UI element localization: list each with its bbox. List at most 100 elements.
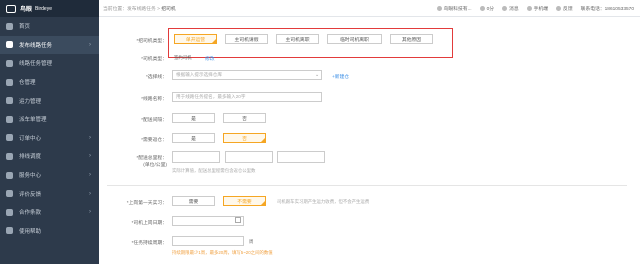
sidebar-item-0[interactable]: 首页 [0,17,99,36]
nav-icon [6,152,13,160]
brand-name-en: Birdeye [35,5,52,12]
sidebar-item-7[interactable]: 排线调度 › [0,147,99,166]
last-day-not-need[interactable]: 不需要 [223,196,266,206]
sidebar-item-4[interactable]: 运力管理 [0,91,99,110]
nav-icon [6,115,13,123]
sidebar-item-label: 评价反馈 [19,191,42,198]
sidebar-item-2[interactable]: 线路任务管理 [0,54,99,73]
onboard-date-label: *司机上岗日期： [131,221,167,226]
nav-icon [6,190,13,198]
birdeye-logo-icon [6,4,16,13]
company-icon [436,6,442,12]
sidebar-item-11[interactable]: 使用帮助 [0,222,99,241]
need-return-no[interactable]: 否 [223,133,266,143]
need-loading-label: *配送间隔： [141,118,167,123]
brand-logo[interactable]: 鸟眼 Birdeye [0,0,99,17]
contact-phone: 联系电话：18610533570 [580,7,634,12]
last-day-need[interactable]: 需要 [172,196,215,206]
sidebar-item-label: 派车单管理 [19,117,47,124]
recruit-option-1[interactable]: 主司机请假 [225,34,268,44]
delivery-area-input-1[interactable] [172,151,220,163]
sidebar-item-label: 合作条款 [19,210,42,217]
chevron-right-icon: › [89,172,91,179]
top-bar: 当前位置：发布线路任务 > 招司机 鸟眼科技有... 0分 消息 手机端 反馈 … [99,0,640,17]
nav-icon [6,227,13,235]
duration-unit: 周 [249,239,254,244]
delivery-area-hint: 实际计算值，配送总里程需包含返仓公里数 [172,168,256,173]
sidebar-item-1[interactable]: 发布线路任务 › [0,35,99,55]
chevron-down-icon: ⌄ [315,72,320,78]
nav-icon [6,59,13,67]
delivery-area-label: *配送总里程： [136,156,167,161]
vehicle-type-label: *司机类型： [141,57,167,62]
sidebar-item-label: 使用帮助 [19,228,42,235]
sidebar-item-10[interactable]: 合作条款 › [0,203,99,222]
points-icon [479,6,485,12]
recruit-option-4[interactable]: 其他原因 [390,34,433,44]
calendar-icon[interactable] [235,217,241,223]
sidebar-item-label: 首页 [19,24,31,31]
chevron-right-icon: › [89,190,91,197]
sidebar-item-label: 排线调度 [19,154,42,161]
nav-icon [6,97,13,105]
section-divider [107,185,627,186]
sidebar-item-8[interactable]: 服务中心 › [0,166,99,185]
route-name-input[interactable]: 用于线路任务提名，最多输入20字 [172,92,322,102]
delivery-area-input-3[interactable] [277,151,325,163]
vehicle-type-value: 签约司机 [174,55,192,60]
route-select[interactable]: 根据输入提示选择仓库 [172,70,322,80]
vehicle-type-edit-link[interactable]: 修改 [205,55,215,62]
recruit-option-0[interactable]: 单开运营 [174,34,217,44]
company-menu[interactable]: 鸟眼科技有... [436,5,472,12]
sidebar-item-6[interactable]: 订单中心 › [0,129,99,148]
sidebar-item-3[interactable]: 仓管理 [0,73,99,92]
nav-icon [6,41,13,49]
nav-icon [6,22,13,30]
recruit-type-label: *招司机类型： [136,39,167,44]
need-loading-yes[interactable]: 是 [172,113,215,123]
form-area: *招司机类型： 单开运营 主司机请假 主司机离职 临时司机离职 其他原因 *司机… [99,17,640,264]
points-badge[interactable]: 0分 [479,5,494,12]
nav-icon [6,171,13,179]
last-day-label: *上岗第一天实习： [126,201,167,206]
need-loading-no[interactable]: 否 [223,113,266,123]
notice-link[interactable]: 消息 [502,5,519,12]
sidebar-item-label: 订单中心 [19,135,42,142]
need-return-label: *需要返仓： [141,138,167,143]
chevron-right-icon: › [89,209,91,216]
route-name-label: *线路名称： [141,97,167,102]
sidebar-item-label: 发布线路任务 [19,42,53,49]
sidebar-item-9[interactable]: 评价反馈 › [0,184,99,203]
feedback-link[interactable]: 反馈 [556,5,573,12]
nav-icon [6,134,13,142]
chevron-right-icon: › [89,41,91,48]
sidebar-item-label: 运力管理 [19,98,42,105]
duration-hint: 持续期限最少1周，最多20周，填写5~20之间的数值 [172,250,273,255]
bell-icon [502,6,508,12]
onboard-date-input[interactable] [172,216,244,226]
delivery-area-input-2[interactable] [225,151,273,163]
sidebar-item-label: 仓管理 [19,80,36,87]
nav-icon [6,78,13,86]
recruit-option-2[interactable]: 主司机离职 [276,34,319,44]
breadcrumb: 当前位置：发布线路任务 > 招司机 [103,6,176,12]
phone-icon [526,6,532,12]
brand-name: 鸟眼 [20,7,33,13]
recruit-option-3[interactable]: 临时司机离职 [327,34,382,44]
sidebar-item-label: 服务中心 [19,173,42,180]
chevron-right-icon: › [89,134,91,141]
device-menu[interactable]: 手机端 [526,5,548,12]
last-day-hint: 司机跟车实习期产生运力收费，但不会产生运费 [277,199,370,204]
new-warehouse-link[interactable]: +新建仓 [332,73,349,80]
duration-input[interactable] [172,236,244,246]
route-label: *选择线： [145,75,167,80]
need-return-yes[interactable]: 是 [172,133,215,143]
nav-icon [6,208,13,216]
feedback-icon [556,6,562,12]
sidebar: 鸟眼 Birdeye 首页发布线路任务 › 线路任务管理 仓管理运力管理派车单管理订单… [0,0,99,264]
breadcrumb-current: 招司机 [161,6,176,12]
delivery-area-unit: (单位/公里) [143,163,167,168]
sidebar-item-5[interactable]: 派车单管理 [0,110,99,129]
chevron-right-icon: › [89,153,91,160]
sidebar-item-label: 线路任务管理 [19,61,53,68]
